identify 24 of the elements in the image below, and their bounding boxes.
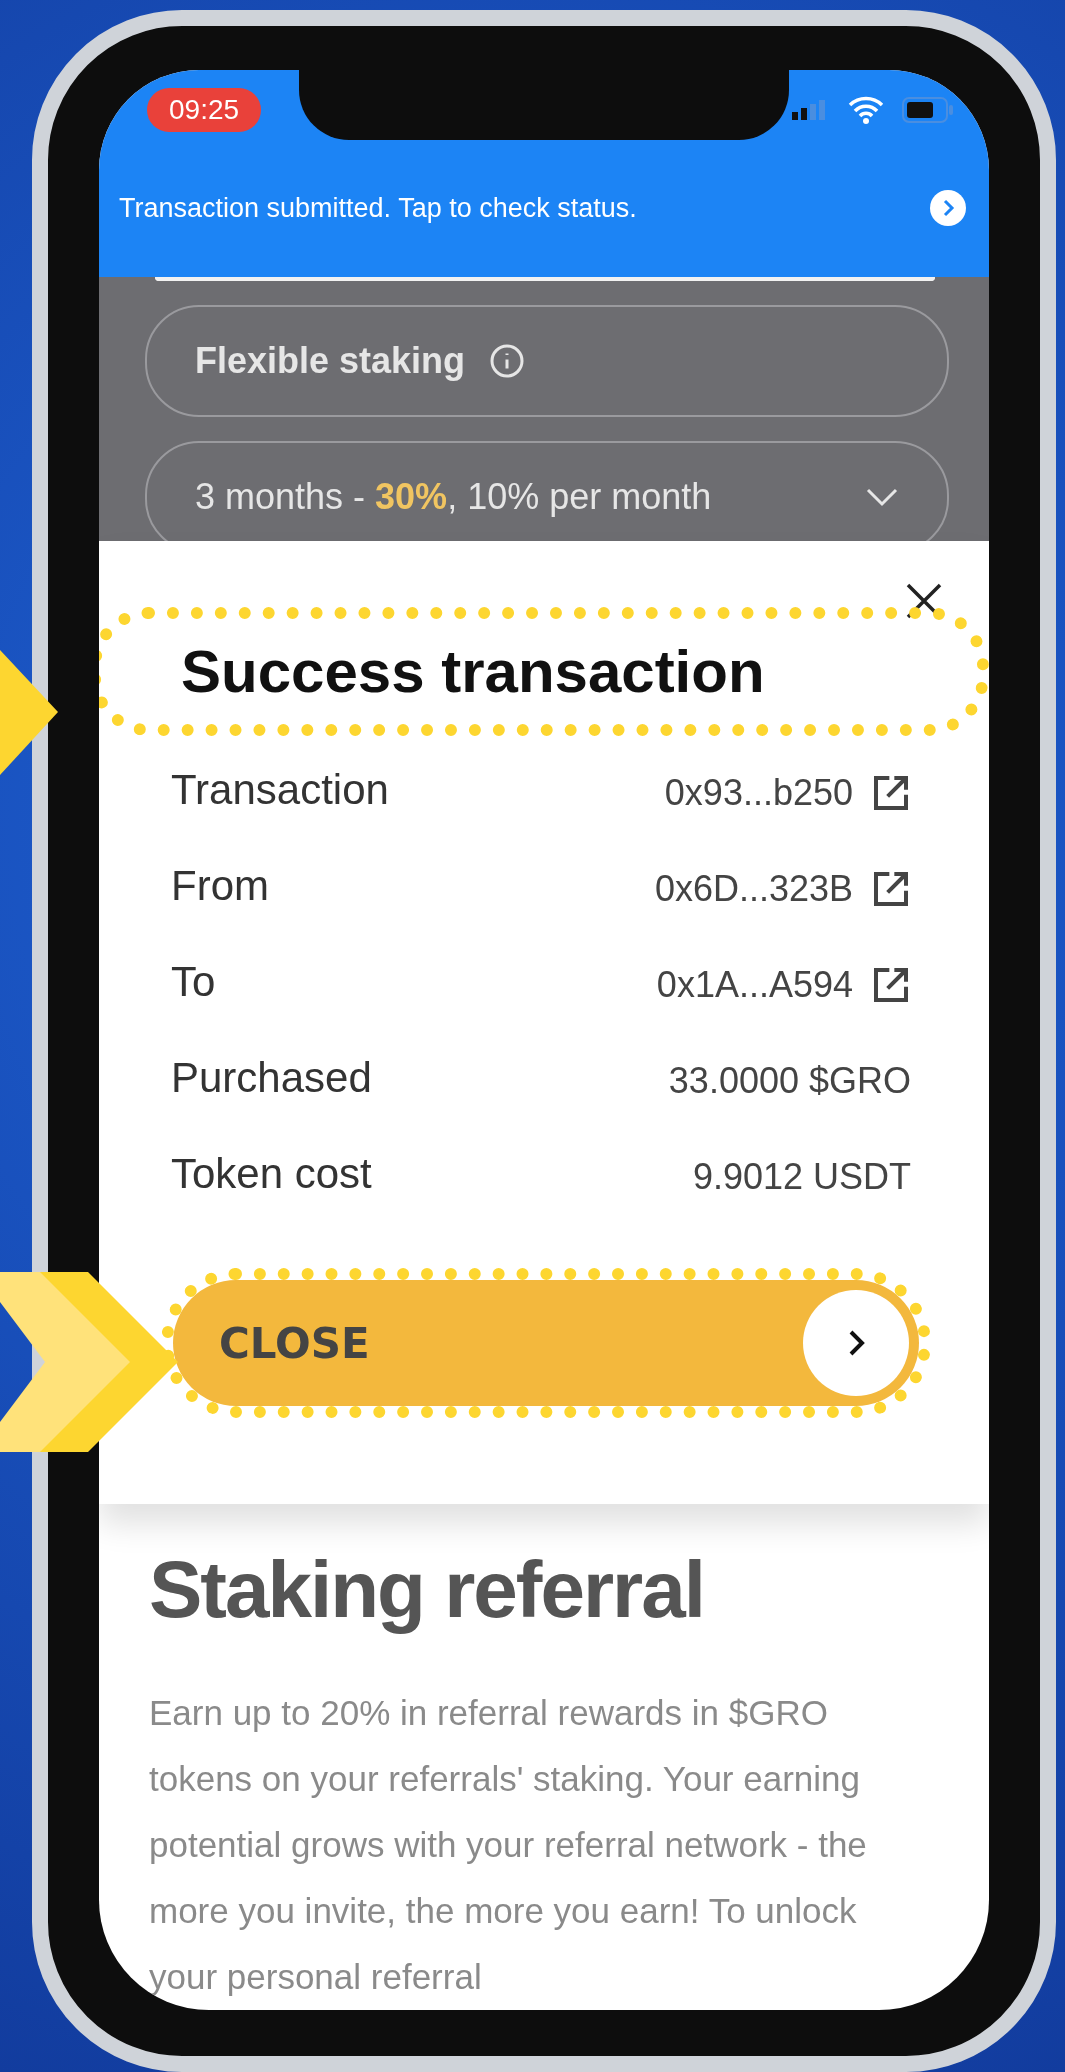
status-time: 09:25 <box>147 88 262 132</box>
info-icon <box>489 342 526 379</box>
row-label: Purchased <box>171 1054 372 1103</box>
row-label: From <box>171 862 269 911</box>
address-link[interactable]: 0x93...b250 <box>664 772 911 815</box>
address-link[interactable]: 0x6D...323B <box>654 868 911 911</box>
section-title: Staking referral <box>149 1544 705 1636</box>
row-label: To <box>171 958 216 1007</box>
chevron-right-icon <box>929 189 967 228</box>
address-link[interactable]: 0x1A...A594 <box>656 964 911 1007</box>
chevron-down-icon <box>865 486 899 507</box>
input-field[interactable] <box>155 276 935 281</box>
staking-type-field[interactable]: Flexible staking <box>145 304 949 417</box>
section-text: Earn up to 20% in referral rewards in $GRO tokens on your referrals' staking. Your earning potential grows with your referral network - the more you invite, the more you earn! To unlock your personal referral <box>149 1692 868 1998</box>
chevron-right-icon <box>803 1290 909 1397</box>
row-label: Transaction <box>171 766 389 815</box>
close-button[interactable]: CLOSE <box>173 1280 919 1407</box>
wifi-icon <box>848 96 884 124</box>
row-value: 33.0000 $GRO <box>668 1060 911 1103</box>
row-value: 9.9012 USDT <box>692 1156 911 1199</box>
modal-title: Success transaction <box>99 607 989 737</box>
battery-icon <box>902 97 954 123</box>
transaction-banner[interactable]: Transaction submitted. Tap to check status. <box>99 150 989 277</box>
row-label: Token cost <box>171 1150 372 1199</box>
